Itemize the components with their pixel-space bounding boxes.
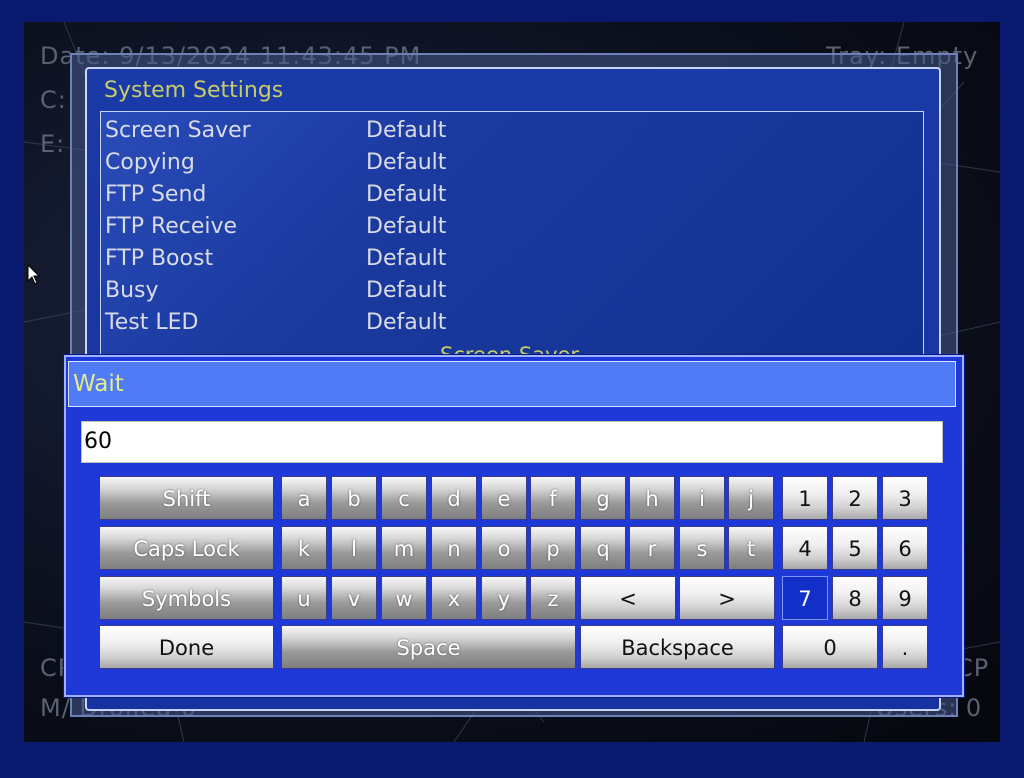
key-c[interactable]: c [381,476,427,520]
key-z[interactable]: z [530,576,576,620]
key-d[interactable]: d [431,476,477,520]
settings-row-ftp-send[interactable]: FTP Send Default [105,182,705,212]
key-6[interactable]: 6 [882,526,928,570]
settings-row-busy[interactable]: Busy Default [105,278,705,308]
settings-row-screen-saver[interactable]: Screen Saver Default [105,118,705,148]
key-7[interactable]: 7 [782,576,828,620]
key-9[interactable]: 9 [882,576,928,620]
setting-value: Default [366,118,447,143]
key-h[interactable]: h [629,476,675,520]
settings-row-test-led[interactable]: Test LED Default [105,310,705,340]
key-i[interactable]: i [679,476,725,520]
key-k[interactable]: k [281,526,327,570]
cursor-left-key[interactable]: < [580,576,676,620]
key-5[interactable]: 5 [832,526,878,570]
key-r[interactable]: r [629,526,675,570]
key-x[interactable]: x [431,576,477,620]
setting-value: Default [366,214,447,239]
cursor-right-key[interactable]: > [679,576,775,620]
setting-value: Default [366,278,447,303]
setting-name: FTP Boost [105,246,214,271]
drive-c-label: C: [40,86,67,114]
key-u[interactable]: u [281,576,327,620]
setting-name: Busy [105,278,159,303]
key-n[interactable]: n [431,526,477,570]
setting-name: Copying [105,150,195,175]
key-4[interactable]: 4 [782,526,828,570]
key-m[interactable]: m [381,526,427,570]
key-p[interactable]: p [530,526,576,570]
key-o[interactable]: o [481,526,527,570]
key-t[interactable]: t [728,526,774,570]
key-y[interactable]: y [481,576,527,620]
key-g[interactable]: g [580,476,626,520]
key-e[interactable]: e [481,476,527,520]
key-l[interactable]: l [331,526,377,570]
setting-name: Test LED [105,310,199,335]
setting-name: FTP Receive [105,214,238,239]
done-button[interactable]: Done [99,625,274,669]
setting-value: Default [366,182,447,207]
shift-key[interactable]: Shift [99,476,274,520]
setting-name: FTP Send [105,182,207,207]
settings-row-ftp-receive[interactable]: FTP Receive Default [105,214,705,244]
key-0[interactable]: 0 [782,625,878,669]
key-2[interactable]: 2 [832,476,878,520]
setting-name: Screen Saver [105,118,251,143]
backspace-key[interactable]: Backspace [580,625,775,669]
key-a[interactable]: a [281,476,327,520]
key-f[interactable]: f [530,476,576,520]
setting-value: Default [366,310,447,335]
key-s[interactable]: s [679,526,725,570]
space-key[interactable]: Space [281,625,576,669]
key-3[interactable]: 3 [882,476,928,520]
mouse-cursor-icon [27,264,41,285]
settings-row-ftp-boost[interactable]: FTP Boost Default [105,246,705,276]
settings-title: System Settings [104,78,284,103]
keyboard-dialog-title: Wait [68,361,956,407]
value-input[interactable]: 60 [81,421,943,463]
key-dot[interactable]: . [882,625,928,669]
caps-lock-key[interactable]: Caps Lock [99,526,274,570]
key-1[interactable]: 1 [782,476,828,520]
key-b[interactable]: b [331,476,377,520]
key-q[interactable]: q [580,526,626,570]
key-j[interactable]: j [728,476,774,520]
key-8[interactable]: 8 [832,576,878,620]
setting-value: Default [366,246,447,271]
setting-value: Default [366,150,447,175]
key-v[interactable]: v [331,576,377,620]
drive-e-label: E: [40,130,66,158]
symbols-key[interactable]: Symbols [99,576,274,620]
settings-row-copying[interactable]: Copying Default [105,150,705,180]
key-w[interactable]: w [381,576,427,620]
